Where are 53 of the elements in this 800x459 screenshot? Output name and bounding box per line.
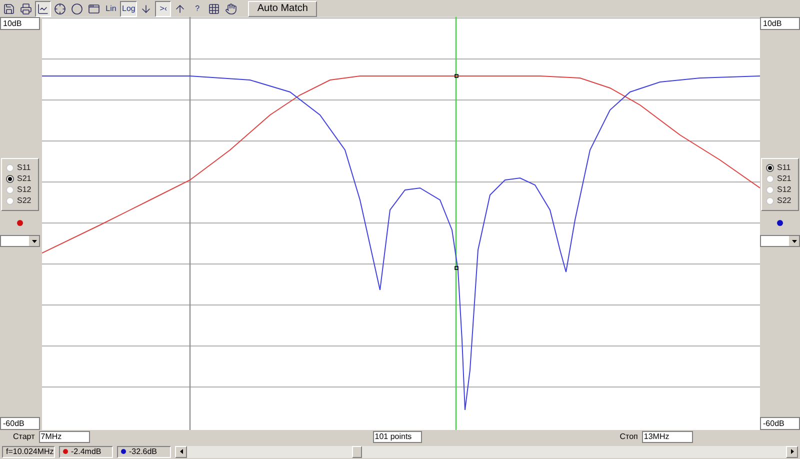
- chart-icon: [37, 2, 49, 14]
- toolbar-button[interactable]: [35, 0, 51, 16]
- save-icon: [3, 2, 15, 14]
- frequency-readout: f=10.024MHz: [2, 446, 55, 458]
- caret-icon: [32, 240, 36, 242]
- radio-label: S12: [17, 186, 32, 194]
- scrollbar[interactable]: [175, 446, 798, 458]
- print-icon: [20, 2, 32, 14]
- caret-icon: [792, 240, 796, 242]
- toolbar-button[interactable]: [18, 0, 34, 16]
- toolbar-button[interactable]: Lin: [103, 0, 119, 16]
- radio-button[interactable]: [766, 164, 774, 172]
- scale-top-field[interactable]: 10dB: [0, 17, 40, 30]
- marker-point: [454, 266, 458, 270]
- scroll-left-icon: [180, 449, 182, 454]
- scroll-thumb[interactable]: [352, 446, 362, 458]
- toolbar-button[interactable]: [52, 0, 68, 16]
- hand-icon: [225, 2, 238, 14]
- scale-top-field[interactable]: 10dB: [760, 17, 800, 30]
- trace-dropdown[interactable]: [0, 235, 40, 247]
- marker-point: [454, 74, 458, 78]
- start-label: Старт: [13, 431, 35, 443]
- window-icon: [88, 2, 100, 14]
- stop-label: Стоп: [620, 431, 638, 443]
- scale-bottom-field[interactable]: -60dB: [760, 417, 800, 430]
- toolbar-button[interactable]: Log: [120, 0, 138, 16]
- marker-line[interactable]: [455, 17, 457, 430]
- start-field[interactable]: 7MHz: [38, 431, 90, 443]
- crosshair-icon: [54, 2, 66, 14]
- radio-label: S12: [777, 186, 792, 194]
- stop-field[interactable]: 13MHz: [642, 431, 693, 443]
- toolbar-button[interactable]: ?: [189, 0, 206, 16]
- reading-value: -2.4mdB: [71, 446, 102, 458]
- radio-label: S22: [17, 197, 32, 205]
- circle-icon: [71, 2, 83, 14]
- radio-label: S11: [17, 164, 31, 172]
- radio-button[interactable]: [6, 175, 14, 183]
- arrow-down-icon: [140, 2, 152, 14]
- radio-label: S11: [777, 164, 791, 172]
- trace-dropdown[interactable]: [760, 235, 800, 247]
- radio-label: S22: [777, 197, 792, 205]
- auto-match-button[interactable]: Auto Match: [248, 0, 317, 16]
- toolbar-button[interactable]: >‹: [155, 0, 172, 16]
- radio-label: S21: [17, 175, 32, 183]
- grid-icon: [208, 2, 220, 14]
- scale-bottom-field[interactable]: -60dB: [0, 417, 40, 430]
- scroll-right-icon: [790, 449, 794, 454]
- arrow-up-icon: [174, 2, 186, 14]
- radio-label: S21: [777, 175, 792, 183]
- points-field[interactable]: 101 points: [372, 431, 422, 443]
- toolbar-button[interactable]: [69, 0, 85, 16]
- toolbar-button[interactable]: [223, 0, 240, 16]
- reading-value: -32.6dB: [129, 446, 158, 458]
